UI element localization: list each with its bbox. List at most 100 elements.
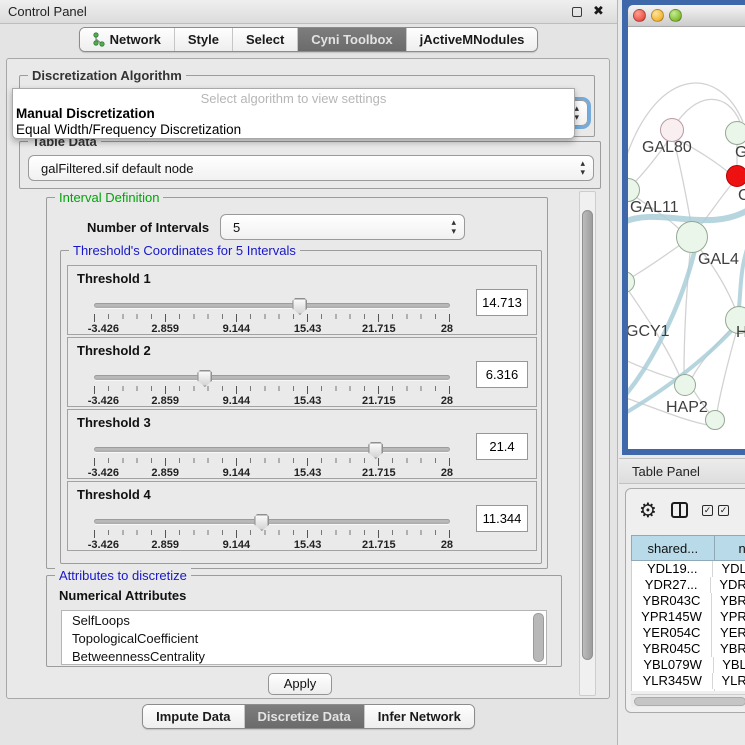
tab-infer-network[interactable]: Infer Network [364,705,474,728]
threshold-3-panel: Threshold 3 -3.4262.8599.144 15.4321.715… [67,409,537,479]
node-label-partial-g: G [735,144,745,162]
node-label-gal11: GAL11 [630,199,679,217]
table-row[interactable]: YLR345WYLR3 [632,673,745,689]
table-row[interactable]: YIL052CYIL0 [632,689,745,691]
threshold-3-value-field[interactable] [476,433,528,460]
panel-scrollbar-thumb[interactable] [582,210,593,660]
network-icon [93,32,105,47]
table-horizontal-scrollbar[interactable] [631,694,745,707]
table-panel-titlebar: Table Panel [619,458,745,484]
tab-select[interactable]: Select [232,28,297,51]
table-data-value: galFiltered.sif default node [41,161,193,176]
tab-discretize-data[interactable]: Discretize Data [244,705,364,728]
numerical-attributes-label: Numerical Attributes [59,588,186,603]
slider-scale: -3.4262.8599.144 15.4321.71528 [94,395,450,407]
threshold-3-slider[interactable]: -3.4262.8599.144 15.4321.71528 [94,442,450,478]
slider-scale: -3.4262.8599.144 15.4321.71528 [94,323,450,335]
node-label-hap2: HAP2 [666,399,708,417]
traffic-light-minimize-icon[interactable] [651,9,664,22]
slider-track[interactable] [94,447,450,452]
node-gal4[interactable] [676,221,708,253]
slider-track[interactable] [94,375,450,380]
threshold-1-value-field[interactable] [476,289,528,316]
list-item[interactable]: SelfLoops [72,612,546,630]
threshold-2-slider[interactable]: -3.4262.8599.144 15.4321.71528 [94,370,450,406]
node-label-partial-c: C [738,187,745,205]
column-header-shared-name[interactable]: shared... [631,535,715,561]
threshold-4-value-field[interactable] [476,505,528,532]
gear-icon[interactable]: ⚙ [639,498,657,523]
screen: Control Panel ✖ Network Style Select [0,0,745,745]
table-row[interactable]: YBR045CYBR0 [632,641,745,657]
table-row[interactable]: YDL19...YDL1 [632,561,745,577]
apply-button[interactable]: Apply [268,673,332,695]
tab-cyni-toolbox[interactable]: Cyni Toolbox [297,28,405,51]
top-tab-bar: Network Style Select Cyni Toolbox jActiv… [0,27,617,52]
table-row[interactable]: YBL079WYBL0 [632,657,745,673]
node-label-partial-h: H [736,324,745,342]
threshold-4-panel: Threshold 4 -3.4262.8599.144 15.4321.715… [67,481,537,551]
column-header-name[interactable]: na [715,535,745,561]
threshold-coordinates-label: Threshold's Coordinates for 5 Intervals [69,243,300,258]
tab-jactivemnodules[interactable]: jActiveMNodules [406,28,538,51]
panel-title: Control Panel [8,4,87,19]
numerical-attributes-list[interactable]: SelfLoops TopologicalCoefficient Between… [61,610,547,665]
node-label-gal80: GAL80 [642,139,692,157]
slider-thumb[interactable] [197,370,212,387]
float-window-icon[interactable] [572,7,582,17]
tab-style[interactable]: Style [174,28,232,51]
checkbox-icon[interactable]: ✓ [718,505,729,516]
threshold-2-value-field[interactable] [476,361,528,388]
algorithm-group-label: Discretization Algorithm [28,68,186,83]
threshold-coordinates-group: Threshold's Coordinates for 5 Intervals … [60,250,542,564]
slider-thumb[interactable] [254,514,269,531]
table-row[interactable]: YPR145WYPR1 [632,609,745,625]
attributes-group: Attributes to discretize Numerical Attri… [46,575,562,667]
tick-marks-major [94,314,454,322]
tick-marks-major [94,386,454,394]
number-of-intervals-combobox[interactable]: 5 ▴▾ [220,214,465,240]
list-item[interactable]: TopologicalCoefficient [72,630,546,648]
tick-marks-major [94,530,454,538]
popup-option-equal-width[interactable]: Equal Width/Frequency Discretization [16,122,241,137]
node-partial-top-right[interactable] [725,121,745,145]
node-hap2[interactable] [674,374,696,396]
popup-option-manual[interactable]: Manual Discretization [16,106,155,121]
close-icon[interactable]: ✖ [593,3,604,19]
node-label-gcy1: GCY1 [628,323,670,341]
threshold-3-label: Threshold 3 [77,415,151,430]
table-row[interactable]: YER054CYER0 [632,625,745,641]
threshold-4-label: Threshold 4 [77,487,151,502]
slider-track[interactable] [94,303,450,308]
checkbox-icon[interactable]: ✓ [702,505,713,516]
algorithm-dropdown-popup: Select algorithm to view settings Manual… [12,88,575,139]
slider-track[interactable] [94,519,450,524]
cyni-toolbox-panel: Discretization Algorithm ▴▾ Table Data g… [6,58,610,699]
table-panel: ⚙ ✓ ✓ shared... na YDL19...YDL1 YDR27...… [625,488,745,713]
number-of-intervals-label: Number of Intervals [87,220,209,235]
list-item[interactable]: BetweennessCentrality [72,648,546,665]
columns-icon[interactable] [671,502,688,518]
table-row[interactable]: YBR043CYBR0 [632,593,745,609]
spinner-icon: ▴▾ [451,218,456,236]
network-canvas[interactable]: GAL80 G C GAL11 GAL4 GCY1 H HAP2 [628,27,745,449]
slider-thumb[interactable] [368,442,383,459]
threshold-1-slider[interactable]: -3.4262.8599.144 15.4321.71528 [94,298,450,334]
spinner-icon: ▴▾ [574,104,579,122]
slider-thumb[interactable] [292,298,307,315]
threshold-1-panel: Threshold 1 -3.4262.8599.144 15.4321.715… [67,265,537,335]
node-partial-bottom[interactable] [705,410,725,430]
table-row[interactable]: YDR27...YDR2 [632,577,745,593]
traffic-light-close-icon[interactable] [633,9,646,22]
tab-network[interactable]: Network [80,28,174,51]
list-scrollbar[interactable] [533,613,544,662]
table-toolbar: ⚙ ✓ ✓ [626,489,745,535]
table-panel-title: Table Panel [632,464,700,479]
traffic-light-zoom-icon[interactable] [669,9,682,22]
panel-scrollbar[interactable] [579,191,596,696]
node-red-selected[interactable] [726,165,745,187]
table-scrollbar-thumb[interactable] [634,697,745,706]
tab-impute-data[interactable]: Impute Data [143,705,243,728]
threshold-4-slider[interactable]: -3.4262.8599.144 15.4321.71528 [94,514,450,550]
table-data-combobox[interactable]: galFiltered.sif default node ▴▾ [28,155,594,181]
